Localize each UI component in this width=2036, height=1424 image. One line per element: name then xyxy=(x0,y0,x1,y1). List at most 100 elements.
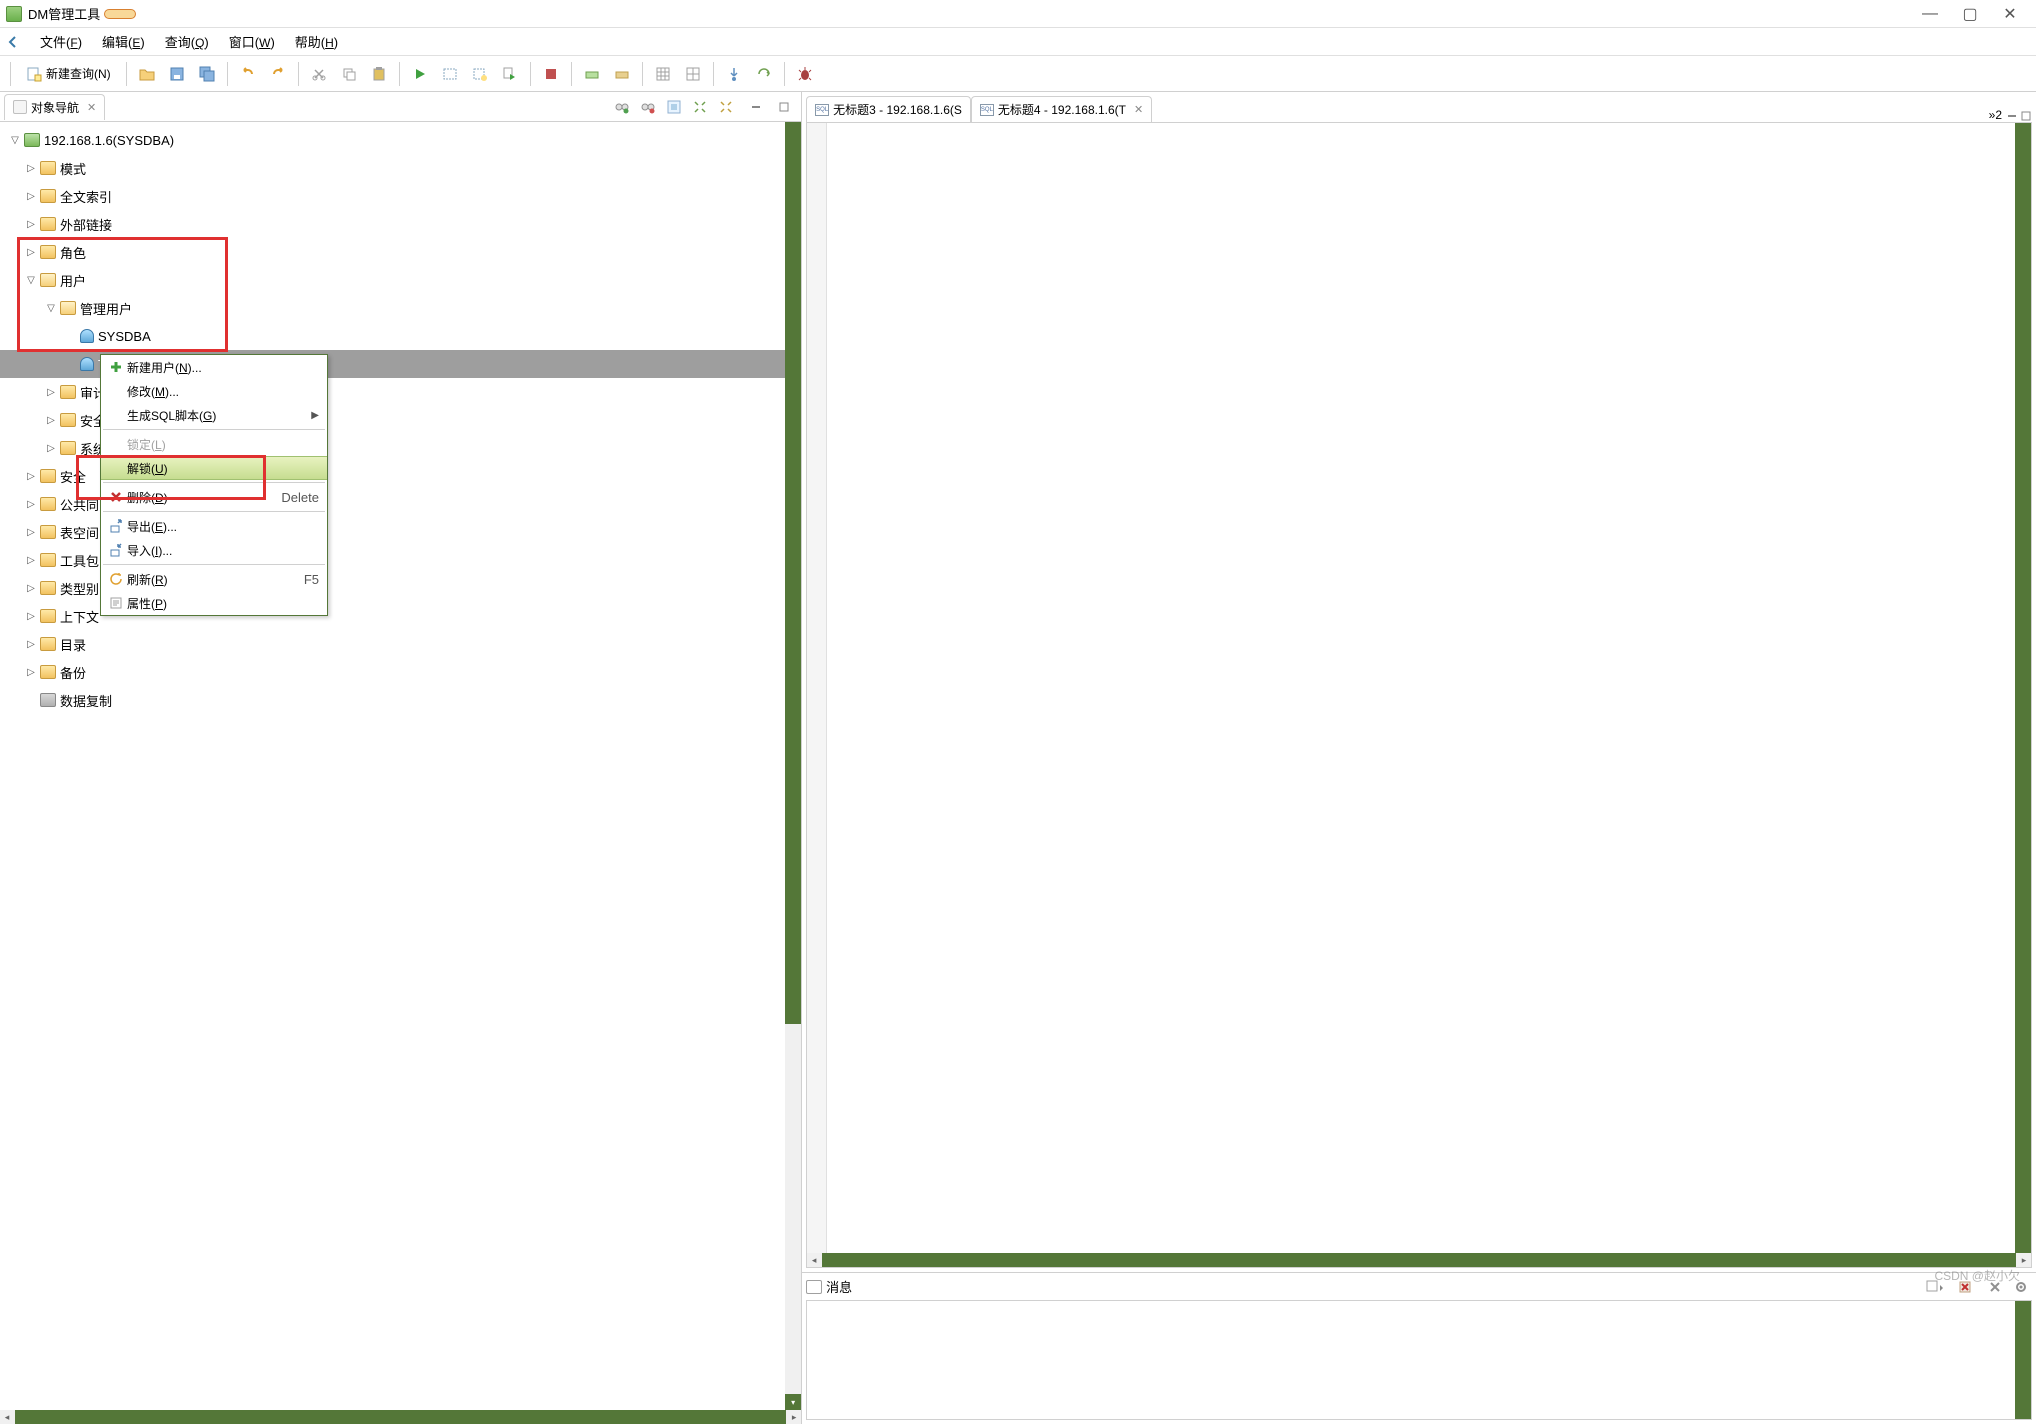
tree-replication[interactable]: 数据复制 xyxy=(0,686,801,714)
left-minimize-icon[interactable] xyxy=(743,95,769,119)
back-button[interactable] xyxy=(4,33,22,51)
save-button[interactable] xyxy=(163,60,191,88)
folder-open-icon xyxy=(40,273,56,287)
tree-v-scrollbar[interactable]: ▾ xyxy=(785,122,801,1410)
editor-tabs: 无标题3 - 192.168.1.6(S 无标题4 - 192.168.1.6(… xyxy=(802,92,2036,122)
user-icon xyxy=(80,329,94,343)
msg-gear-button[interactable] xyxy=(2010,1277,2032,1297)
paste-button[interactable] xyxy=(365,60,393,88)
folder-icon xyxy=(40,245,56,259)
left-maximize-icon[interactable] xyxy=(771,95,797,119)
execute-button[interactable] xyxy=(406,60,434,88)
tree-catalog[interactable]: 目录 xyxy=(0,630,801,658)
editor-minimize-icon[interactable] xyxy=(2006,110,2018,122)
msg-clear-button[interactable] xyxy=(1954,1277,1976,1297)
menu-query[interactable]: 查询(Q) xyxy=(155,28,219,55)
close-tab-icon[interactable]: ✕ xyxy=(1134,103,1143,116)
editor-tab-2[interactable]: 无标题4 - 192.168.1.6(T ✕ xyxy=(971,96,1152,122)
tree-user-sysdba[interactable]: SYSDBA xyxy=(0,322,801,350)
editor-tab-1[interactable]: 无标题3 - 192.168.1.6(S xyxy=(806,96,971,122)
ctx-export[interactable]: 导出(E)... xyxy=(101,514,327,538)
messages-v-scrollbar[interactable] xyxy=(2015,1301,2031,1419)
title-bar: DM管理工具 — ▢ ✕ xyxy=(0,0,2036,28)
editor-v-scrollbar[interactable] xyxy=(2015,123,2031,1253)
rollback-button[interactable] xyxy=(608,60,636,88)
tree-connection[interactable]: 192.168.1.6(SYSDBA) xyxy=(0,126,801,154)
copy-button[interactable] xyxy=(335,60,363,88)
editor-tab-2-label: 无标题4 - 192.168.1.6(T xyxy=(998,101,1126,118)
folder-icon xyxy=(40,497,56,511)
msg-x-button[interactable] xyxy=(1984,1277,2006,1297)
folder-icon xyxy=(60,441,76,455)
editor-tab-1-label: 无标题3 - 192.168.1.6(S xyxy=(833,101,962,118)
undo-button[interactable] xyxy=(234,60,262,88)
sql-editor[interactable]: ◂▸ xyxy=(806,122,2032,1268)
ctx-refresh[interactable]: 刷新(R) F5 xyxy=(101,567,327,591)
grid-button[interactable] xyxy=(649,60,677,88)
folder-icon xyxy=(40,581,56,595)
left-panel: 对象导航 ✕ 192.168.1.6(SYSDBA) 模式 全文索引 外部链接 xyxy=(0,92,802,1424)
save-all-button[interactable] xyxy=(193,60,221,88)
menu-help[interactable]: 帮助(H) xyxy=(285,28,348,55)
close-tab-icon[interactable]: ✕ xyxy=(87,101,96,114)
editor-h-scrollbar[interactable]: ◂▸ xyxy=(807,1253,2031,1267)
execute-script-button[interactable] xyxy=(496,60,524,88)
execute-step-button[interactable] xyxy=(466,60,494,88)
folder-icon xyxy=(40,161,56,175)
db-connection-icon xyxy=(24,133,40,147)
redo-button[interactable] xyxy=(264,60,292,88)
new-query-label: 新建查询(N) xyxy=(46,65,111,82)
tree-role[interactable]: 角色 xyxy=(0,238,801,266)
tree-schema[interactable]: 模式 xyxy=(0,154,801,182)
more-tabs-button[interactable]: »2 xyxy=(1985,108,2006,122)
folder-icon xyxy=(40,189,56,203)
nav-link-icon[interactable] xyxy=(661,95,687,119)
nav-expand-icon[interactable] xyxy=(687,95,713,119)
folder-icon xyxy=(40,609,56,623)
execute-selection-button[interactable] xyxy=(436,60,464,88)
ctx-delete-accel: Delete xyxy=(281,490,319,505)
ctx-properties[interactable]: 属性(P) xyxy=(101,591,327,615)
minimize-button[interactable]: — xyxy=(1910,2,1950,26)
tree-h-scrollbar[interactable]: ◂▸ xyxy=(0,1410,801,1424)
window-title: DM管理工具 xyxy=(28,4,100,23)
close-button[interactable]: ✕ xyxy=(1990,2,2030,26)
grid2-button[interactable] xyxy=(679,60,707,88)
tree-manage-user[interactable]: 管理用户 xyxy=(0,294,801,322)
menu-edit[interactable]: 编辑(E) xyxy=(92,28,155,55)
debug-button[interactable] xyxy=(791,60,819,88)
tree-backup[interactable]: 备份 xyxy=(0,658,801,686)
open-folder-button[interactable] xyxy=(133,60,161,88)
ctx-unlock[interactable]: 解锁(U) xyxy=(101,456,327,480)
ctx-new-user[interactable]: 新建用户(N)... xyxy=(101,355,327,379)
nav-connect-icon[interactable] xyxy=(609,95,635,119)
tree-user[interactable]: 用户 xyxy=(0,266,801,294)
tree-extlink[interactable]: 外部链接 xyxy=(0,210,801,238)
commit-button[interactable] xyxy=(578,60,606,88)
ctx-gen-sql[interactable]: 生成SQL脚本(G) ▶ xyxy=(101,403,327,427)
msg-view-dropdown[interactable] xyxy=(1924,1277,1946,1297)
stop-button[interactable] xyxy=(537,60,565,88)
messages-area[interactable] xyxy=(807,1301,2015,1419)
new-query-button[interactable]: 新建查询(N) xyxy=(17,60,120,88)
nav-disconnect-icon[interactable] xyxy=(635,95,661,119)
object-nav-tab[interactable]: 对象导航 ✕ xyxy=(4,94,105,120)
messages-title: 消息 xyxy=(826,1277,852,1296)
ctx-import[interactable]: 导入(I)... xyxy=(101,538,327,562)
editor-maximize-icon[interactable] xyxy=(2020,110,2032,122)
ctx-delete[interactable]: 删除(D) Delete xyxy=(101,485,327,509)
folder-icon xyxy=(40,469,56,483)
db-icon xyxy=(13,100,27,114)
nav-collapse-icon[interactable] xyxy=(713,95,739,119)
maximize-button[interactable]: ▢ xyxy=(1950,2,1990,26)
step-over-button[interactable] xyxy=(750,60,778,88)
delete-x-icon xyxy=(105,490,127,504)
cut-button[interactable] xyxy=(305,60,333,88)
step-into-button[interactable] xyxy=(720,60,748,88)
messages-icon xyxy=(806,1280,822,1294)
tree-fulltext[interactable]: 全文索引 xyxy=(0,182,801,210)
db-app-icon xyxy=(6,6,22,22)
ctx-modify[interactable]: 修改(M)... xyxy=(101,379,327,403)
menu-window[interactable]: 窗口(W) xyxy=(219,28,285,55)
menu-file[interactable]: 文件(F) xyxy=(30,28,92,55)
